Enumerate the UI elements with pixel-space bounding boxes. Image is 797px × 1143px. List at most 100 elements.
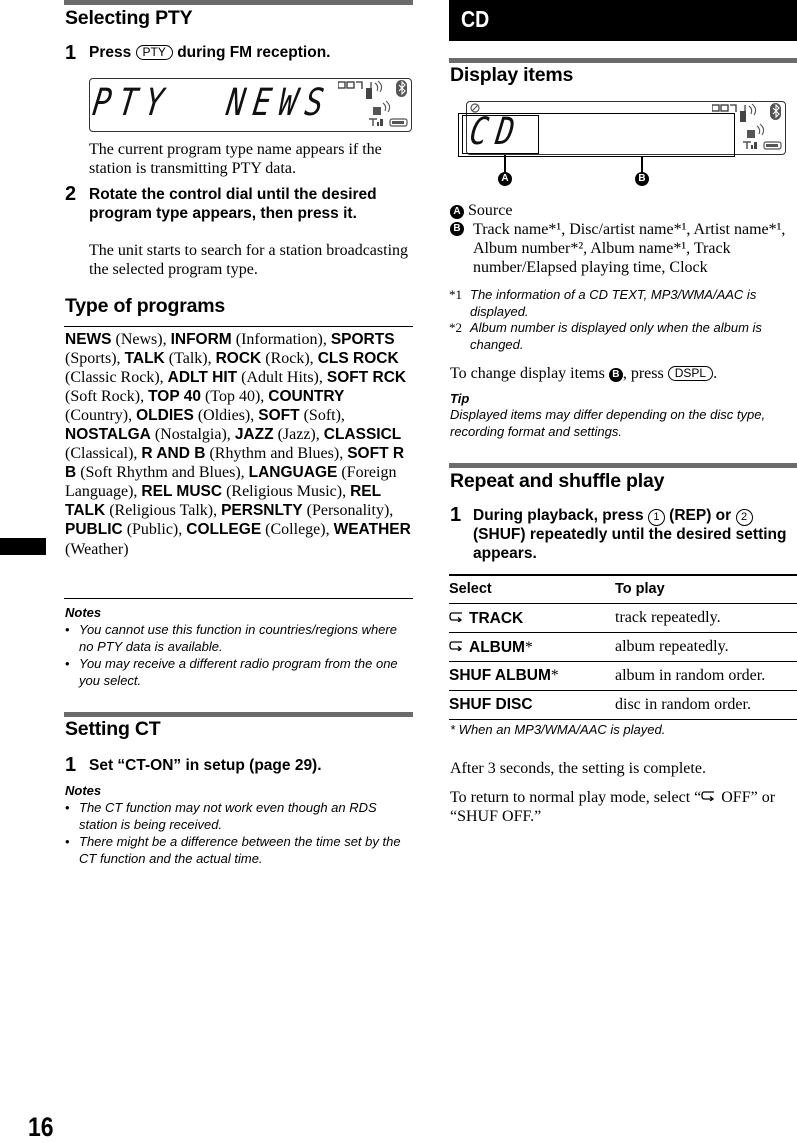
program-description: (Soft Rock), bbox=[65, 388, 149, 406]
bullet: • bbox=[65, 800, 70, 815]
program-description: (Nostalgia), bbox=[150, 426, 235, 444]
program-code: SOFT bbox=[258, 407, 300, 425]
footnote-mark: *2 bbox=[449, 320, 462, 335]
eq-indicator-icon bbox=[338, 81, 363, 89]
select-value: SHUF DISC bbox=[449, 696, 533, 713]
section-rule bbox=[64, 712, 413, 717]
legend-text: Track name*¹, Disc/artist name*¹, Artist… bbox=[473, 221, 786, 276]
heading-display-items: Display items bbox=[450, 64, 574, 86]
repeat-icon bbox=[449, 609, 463, 623]
play-cell: disc in random order. bbox=[615, 690, 797, 720]
note-text: There might be a difference between the … bbox=[79, 834, 401, 866]
lcd-status-icons bbox=[338, 80, 408, 127]
text-part: (SHUF) repeatedly until the desired sett… bbox=[473, 526, 787, 562]
program-description: (Classical), bbox=[65, 445, 142, 463]
bluetooth-icon bbox=[396, 80, 407, 97]
program-description: (Talk), bbox=[164, 350, 216, 368]
note-item: • The CT function may not work even thoug… bbox=[65, 800, 414, 833]
program-description: (Public), bbox=[122, 521, 187, 539]
footnote-text: The information of a CD TEXT, MP3/WMA/AA… bbox=[470, 287, 757, 319]
button-1-rep[interactable]: 1 bbox=[647, 509, 665, 526]
bullet: • bbox=[65, 834, 70, 849]
after-text: After 3 seconds, the setting is complete… bbox=[450, 760, 706, 777]
program-description: (Oldies), bbox=[193, 407, 259, 425]
program-description: (College), bbox=[261, 521, 334, 539]
callout-line-a bbox=[504, 155, 506, 173]
table-row: SHUF ALBUM* album in random order. bbox=[449, 661, 797, 691]
footnote-text: Album number is displayed only when the … bbox=[470, 320, 762, 352]
repeat-shuffle-table: Select To play TRACK track repeatedly. A… bbox=[449, 575, 797, 720]
battery-icon bbox=[389, 118, 408, 127]
step-1-text: Press PTY during FM reception. bbox=[89, 44, 414, 63]
select-cell: TRACK bbox=[449, 603, 615, 633]
step-text-part: during FM reception. bbox=[172, 44, 331, 61]
program-description: (Personality), bbox=[302, 502, 394, 520]
tip-text: Displayed items may differ depending on … bbox=[450, 407, 766, 439]
program-description: (Soft Rhythm and Blues), bbox=[76, 464, 249, 482]
step-1-text: During playback, press 1 (REP) or 2 (SHU… bbox=[473, 507, 795, 563]
eq-indicator-icon bbox=[712, 104, 737, 112]
phone-icon bbox=[740, 103, 757, 122]
table-footnote: * When an MP3/WMA/AAC is played. bbox=[450, 722, 666, 737]
section-tab-marker bbox=[0, 538, 46, 555]
play-cell: track repeatedly. bbox=[615, 603, 797, 633]
program-description: (Weather) bbox=[65, 540, 129, 558]
table-header-row: Select To play bbox=[449, 575, 797, 604]
program-code: NEWS bbox=[65, 331, 112, 348]
step-number: 1 bbox=[450, 504, 462, 526]
step-1-description: The current program type name appears if… bbox=[89, 141, 382, 177]
program-description: (Information), bbox=[231, 331, 331, 348]
program-code: CLASSICL bbox=[323, 426, 402, 444]
section-banner-label: CD bbox=[461, 6, 490, 32]
badge-a: A bbox=[450, 205, 464, 219]
program-types-list: NEWS (News), INFORM (Information), SPORT… bbox=[65, 330, 414, 559]
program-code: TOP 40 bbox=[148, 388, 201, 406]
program-description: (Jazz), bbox=[273, 426, 324, 444]
dspl-button[interactable]: DSPL bbox=[667, 366, 714, 381]
header-to-play: To play bbox=[615, 575, 797, 604]
callout-line-b bbox=[641, 157, 643, 173]
footnote-2: *2 Album number is displayed only when th… bbox=[449, 320, 796, 353]
text-part: . bbox=[713, 365, 718, 382]
section-rule bbox=[64, 0, 413, 5]
text-part: , press bbox=[622, 365, 668, 382]
play-cell: album repeatedly. bbox=[615, 632, 797, 662]
legend-item-b: B Track name*¹, Disc/artist name*¹, Arti… bbox=[450, 220, 795, 277]
note-text: You cannot use this function in countrie… bbox=[79, 622, 397, 654]
legend-item-a: A Source bbox=[450, 201, 795, 220]
callout-box-b bbox=[458, 113, 735, 157]
program-code: R AND B bbox=[141, 445, 206, 463]
footnote-1: *1 The information of a CD TEXT, MP3/WMA/… bbox=[449, 287, 796, 320]
step-number: 2 bbox=[65, 183, 77, 205]
program-description: (Classic Rock), bbox=[65, 369, 168, 387]
program-code: JAZZ bbox=[234, 426, 274, 444]
note-item: • You cannot use this function in countri… bbox=[65, 622, 414, 655]
page-number: 16 bbox=[28, 1112, 54, 1142]
lcd-display-pty: PTY NEWS bbox=[89, 78, 412, 132]
heading-repeat-shuffle: Repeat and shuffle play bbox=[450, 470, 665, 492]
badge-b: B bbox=[450, 222, 464, 236]
phone-icon bbox=[366, 80, 383, 99]
program-code: ADLT HIT bbox=[167, 369, 238, 387]
music-icon bbox=[747, 123, 765, 138]
divider bbox=[64, 326, 413, 327]
section-rule bbox=[449, 463, 797, 468]
lcd-text-left: PTY bbox=[89, 81, 175, 125]
play-cell: album in random order. bbox=[615, 661, 797, 691]
asterisk: * bbox=[550, 667, 559, 684]
badge-b: B bbox=[608, 368, 623, 382]
program-code: INFORM bbox=[170, 331, 232, 348]
select-cell: SHUF ALBUM* bbox=[449, 661, 615, 691]
program-description: (Soft), bbox=[299, 407, 345, 425]
program-code: ROCK bbox=[215, 350, 262, 368]
program-code: PUBLIC bbox=[65, 521, 123, 539]
button-2-shuf[interactable]: 2 bbox=[735, 509, 753, 526]
step-2-description: The unit starts to search for a station … bbox=[89, 242, 409, 278]
program-code: WEATHER bbox=[333, 521, 411, 539]
callout-badge-b: B bbox=[635, 172, 649, 186]
signal-icon bbox=[369, 118, 383, 126]
battery-icon bbox=[763, 141, 782, 150]
bullet: • bbox=[65, 622, 70, 637]
select-value: SHUF ALBUM bbox=[449, 667, 551, 684]
pty-button[interactable]: PTY bbox=[135, 45, 173, 60]
